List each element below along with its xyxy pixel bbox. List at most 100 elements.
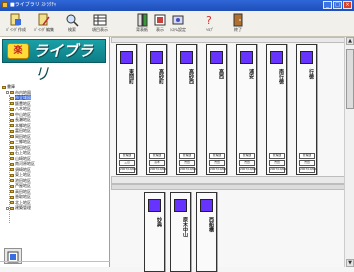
binder-owner: 三山 — [119, 160, 135, 166]
tree-node-label: 須崎地区 — [15, 166, 31, 172]
folder-icon — [10, 162, 14, 166]
folder-icon — [10, 129, 14, 133]
tree-node-label: 石上地区 — [15, 150, 31, 155]
title-bar: ■ライブラリ ｽﾄﾗｸﾁｬ _ □ × — [0, 0, 354, 11]
help-icon: ? — [206, 14, 212, 27]
binder-color-swatch — [148, 199, 161, 212]
folder-icon — [10, 173, 14, 177]
folder-icon — [10, 140, 14, 144]
binder-owner: 吉田 — [269, 160, 285, 166]
maximize-button[interactable]: □ — [333, 1, 342, 9]
binder-owner: 吉田 — [209, 160, 225, 166]
binder-color-swatch — [174, 199, 187, 212]
scroll-up-arrow[interactable]: ▲ — [346, 37, 354, 45]
binder-title: 浦安 — [248, 69, 254, 79]
app-logo: 楽 ライブラリ — [2, 39, 106, 82]
binder-owner: 吉田 — [299, 160, 315, 166]
binder-edit-button[interactable]: ﾊﾞｲﾝﾀﾞ編集 — [30, 13, 58, 35]
tree-node-label: 市全域図 — [15, 95, 31, 100]
folder-icon — [10, 107, 14, 111]
binder-date: 2007/10/02 — [149, 167, 167, 173]
binder-dept: 管理課 — [179, 153, 195, 159]
binder-title: 高西 — [218, 69, 224, 79]
item-display-button[interactable]: 項目表示 — [86, 13, 114, 35]
tree-expander-icon[interactable] — [6, 91, 9, 94]
folder-icon — [10, 157, 14, 160]
close-button[interactable]: × — [343, 1, 352, 9]
binder-date: 2007/10/02 — [209, 167, 227, 173]
tree-expander-icon[interactable] — [6, 206, 9, 210]
navigation-pane: 楽 ライブラリ 書庫 市内地図 市全域図 飯豊地区 八木地区 中山地区 長瀬地区 本郷地区 富田… — [0, 37, 110, 267]
exit-button[interactable]: 終了 — [224, 13, 252, 35]
binder-spine[interactable]: 高砂西 管理課 吉田 2007/10/02 — [176, 44, 197, 175]
binder-color-swatch — [180, 51, 193, 64]
logo-badge: 楽 — [7, 43, 29, 59]
tree-node-label: 長瀬地区 — [15, 117, 31, 122]
binder-color-swatch — [150, 51, 163, 64]
folder-icon — [10, 135, 14, 138]
binder-title: 東岡町 — [128, 69, 134, 84]
system-settings-button[interactable]: ｼｽﾃﾑ設定 — [164, 13, 192, 35]
tree-node-label: 東上地区 — [15, 172, 31, 177]
tree-node-label: 中山地区 — [15, 111, 31, 117]
binder-color-swatch — [200, 199, 213, 212]
settings-icon — [172, 15, 184, 25]
shelf-middle-board — [111, 176, 354, 184]
folder-icon — [10, 96, 14, 100]
binder-spine[interactable]: 原木中山 — [170, 192, 191, 272]
binder-color-swatch — [120, 51, 133, 64]
binder-spine[interactable]: 妙典 — [144, 192, 165, 272]
folder-icon — [10, 91, 14, 94]
binder-title: 西船橋 — [208, 217, 214, 232]
binder-dept: 管理課 — [269, 153, 285, 159]
app-icon — [2, 2, 8, 8]
tree-node-label: 八木地区 — [15, 106, 31, 111]
scroll-thumb[interactable] — [346, 49, 354, 109]
binder-date: 2007/10/02 — [269, 167, 287, 173]
binder-create-button[interactable]: ﾊﾞｲﾝﾀﾞ作成 — [2, 13, 30, 35]
binder-spine[interactable]: 高西 管理課 吉田 2007/10/02 — [206, 44, 227, 175]
tree-node-label: 野田地区 — [15, 144, 31, 150]
binder-title: 原木中山 — [182, 217, 188, 237]
folder-icon — [10, 179, 14, 182]
folder-icon — [10, 124, 14, 127]
binder-dept: 管理課 — [119, 153, 135, 159]
tree-node[interactable]: 建築管理 — [2, 205, 108, 211]
help-button[interactable]: ? ﾍﾙﾌﾟ — [196, 13, 224, 35]
minimize-button[interactable]: _ — [323, 1, 332, 9]
search-button[interactable]: 検索 — [58, 13, 86, 35]
binder-dept: 管理課 — [299, 153, 315, 159]
binder-date: 2007/10/02 — [299, 167, 317, 173]
toolbar: ﾊﾞｲﾝﾀﾞ作成 ﾊﾞｲﾝﾀﾞ編集 検索 項目表示 背表紙 表示 ｼｽﾃﾑ設定 … — [0, 11, 354, 37]
grid-icon — [93, 14, 107, 26]
tree-node-label: 北上地区 — [15, 199, 31, 205]
binder-spine[interactable]: 高砂町 管理課 高木 2007/10/02 — [146, 44, 167, 175]
binder-spine[interactable]: 東岡町管理課 三山 2007/10/02 — [116, 44, 137, 175]
window-title: ■ライブラリ ｽﾄﾗｸﾁｬ — [10, 2, 57, 8]
binder-spine[interactable]: 南行徳 管理課 吉田 2007/10/02 — [266, 44, 287, 175]
vertical-scrollbar[interactable]: ▲ ▼ — [344, 37, 354, 267]
binder-owner: 吉田 — [239, 160, 255, 166]
binder-title: 高砂町 — [158, 69, 164, 84]
tree-node-label: 建築管理 — [15, 205, 31, 210]
tree-node-label: 三郷地区 — [15, 139, 31, 144]
tree-node-label: 富田地区 — [15, 128, 31, 133]
folder-tree: 書庫 市内地図 市全域図 飯豊地区 八木地区 中山地区 長瀬地区 本郷地区 富田地区 岡田地区 三郷… — [2, 84, 108, 211]
folder-icon — [10, 168, 14, 171]
tree-node-label: 高田地区 — [15, 188, 31, 194]
binder-title: 妙典 — [156, 217, 162, 227]
tree-node-label: 南河原地区 — [15, 161, 35, 166]
binder-spine[interactable]: 浦安 管理課 吉田 2007/10/02 — [236, 44, 257, 175]
folder-icon — [10, 151, 14, 155]
folder-icon — [10, 190, 14, 193]
binder-spine[interactable]: 西船橋 — [196, 192, 217, 272]
binder-color-swatch — [300, 51, 313, 64]
folder-icon — [10, 102, 14, 105]
binder-spine[interactable]: 行徳 管理課 吉田 2007/10/02 — [296, 44, 317, 175]
folder-icon — [10, 201, 14, 204]
tree-node-label: 本郷地区 — [15, 122, 31, 128]
exit-icon — [233, 13, 243, 27]
tree-node-label: 山崎地区 — [15, 155, 31, 161]
scroll-down-arrow[interactable]: ▼ — [346, 259, 354, 267]
binder-date: 2007/10/02 — [119, 167, 137, 173]
